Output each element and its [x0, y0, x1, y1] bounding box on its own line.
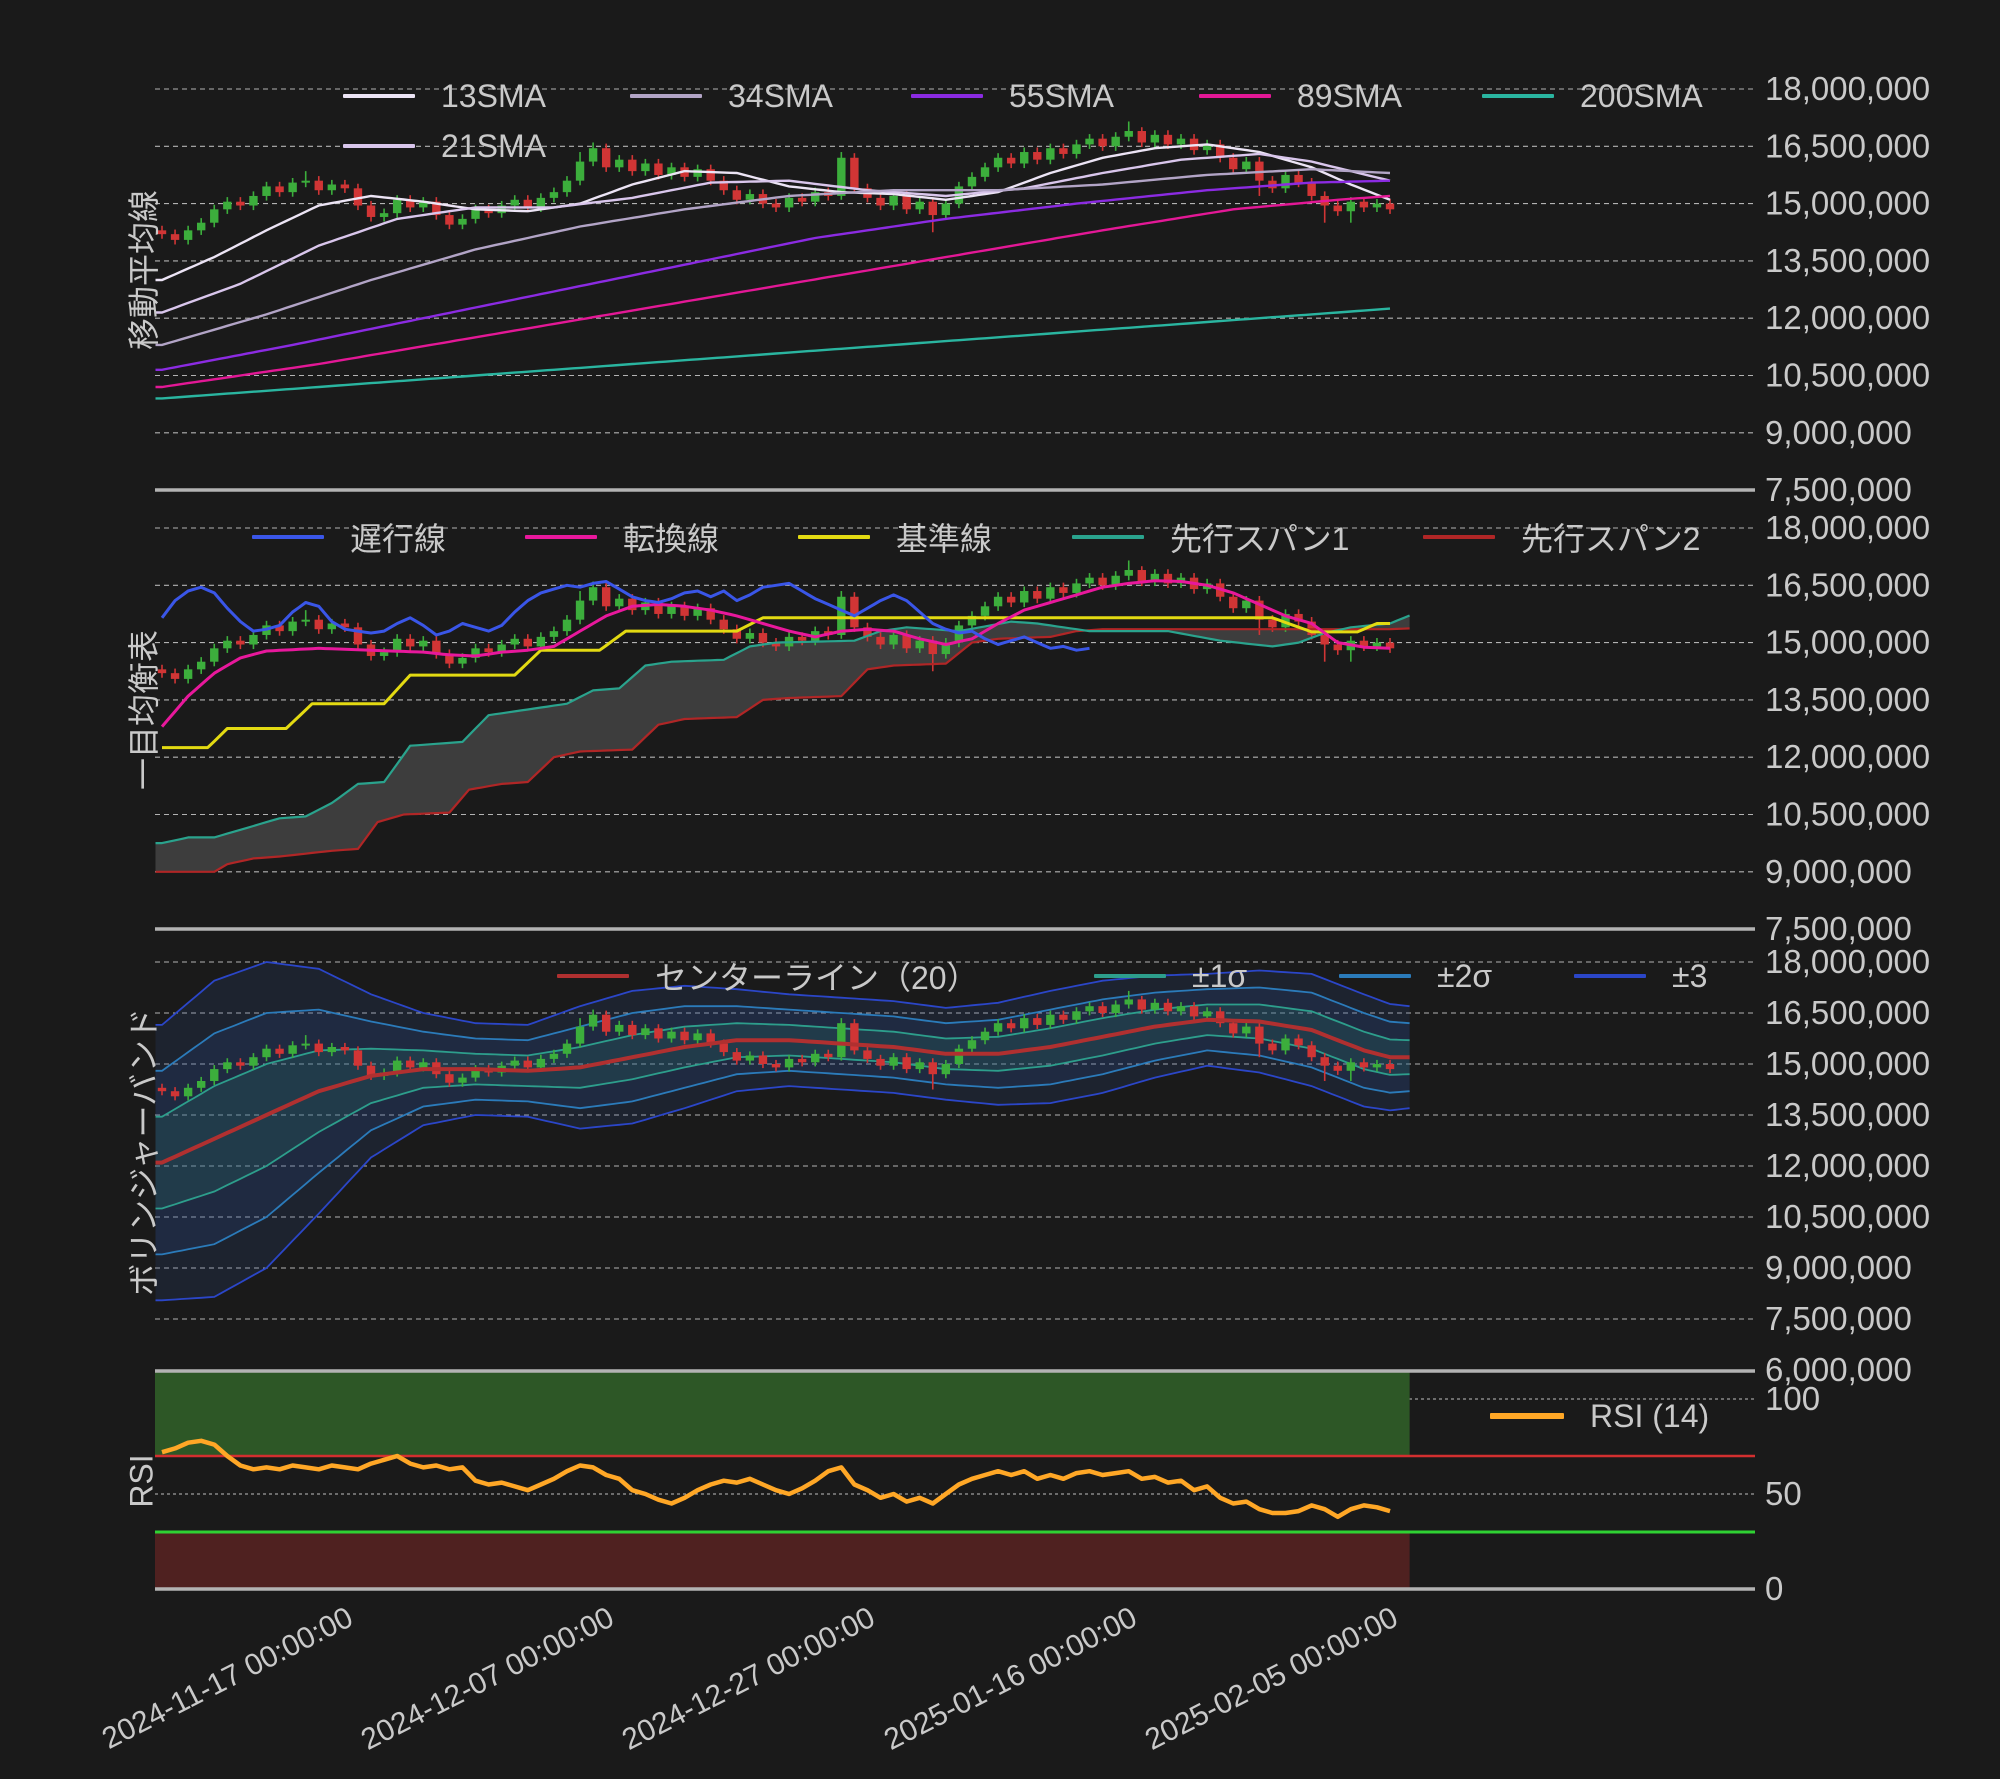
svg-text:7,500,000: 7,500,000 [1765, 1300, 1912, 1337]
svg-text:15,000,000: 15,000,000 [1765, 1045, 1930, 1082]
svg-text:2024-11-17 00:00:00: 2024-11-17 00:00:00 [97, 1601, 358, 1756]
legend-item-lagging-span: 遅行線 [252, 517, 446, 557]
svg-text:18,000,000: 18,000,000 [1765, 70, 1930, 107]
svg-text:18,000,000: 18,000,000 [1765, 943, 1930, 980]
legend-item-200sma: 200SMA [1482, 76, 1703, 116]
sigma-1-swatch [1094, 974, 1166, 978]
svg-text:9,000,000: 9,000,000 [1765, 853, 1912, 890]
svg-text:12,000,000: 12,000,000 [1765, 1147, 1930, 1184]
200sma-swatch [1482, 94, 1554, 98]
svg-text:15,000,000: 15,000,000 [1765, 185, 1930, 222]
svg-text:18,000,000: 18,000,000 [1765, 509, 1930, 546]
34sma-swatch [630, 94, 702, 98]
tenkan-line-swatch [525, 535, 597, 539]
svg-text:12,000,000: 12,000,000 [1765, 738, 1930, 775]
svg-text:2025-01-16 00:00:00: 2025-01-16 00:00:00 [879, 1601, 1142, 1757]
kijun-line-swatch [798, 535, 870, 539]
svg-text:10,500,000: 10,500,000 [1765, 357, 1930, 394]
legend-item-rsi: RSI (14) [1490, 1396, 1709, 1436]
legend-item-kijun-line: 基準線 [798, 517, 992, 557]
legend-item-21sma: 21SMA [343, 126, 546, 166]
13sma-swatch [343, 94, 415, 98]
lagging-span-swatch [252, 535, 324, 539]
legend-item-senkou-span-2: 先行スパン2 [1423, 517, 1700, 557]
svg-text:13,500,000: 13,500,000 [1765, 681, 1930, 718]
sigma-3-swatch [1574, 974, 1646, 978]
legend-item-34sma: 34SMA [630, 76, 833, 116]
svg-text:16,500,000: 16,500,000 [1765, 566, 1930, 603]
svg-text:50: 50 [1765, 1475, 1802, 1512]
legend-item-sigma-3: ±3 [1574, 956, 1707, 996]
svg-text:15,000,000: 15,000,000 [1765, 624, 1930, 661]
svg-text:2025-02-05 00:00:00: 2025-02-05 00:00:00 [1140, 1601, 1403, 1757]
svg-text:9,000,000: 9,000,000 [1765, 414, 1912, 451]
21sma-swatch [343, 144, 415, 148]
legend-item-senkou-span-1: 先行スパン1 [1072, 517, 1349, 557]
rsi-swatch [1490, 1413, 1564, 1419]
svg-text:0: 0 [1765, 1570, 1783, 1607]
svg-text:2024-12-07 00:00:00: 2024-12-07 00:00:00 [356, 1601, 619, 1757]
svg-text:2024-12-27 00:00:00: 2024-12-27 00:00:00 [617, 1601, 880, 1757]
legend-item-13sma: 13SMA [343, 76, 546, 116]
chart-stage: 18,000,000 16,500,000 15,000,000 13,500,000… [0, 0, 2000, 1779]
panel-title-bollinger: ボリンジャーバンド [126, 1008, 162, 1296]
svg-text:7,500,000: 7,500,000 [1765, 471, 1912, 508]
55sma-swatch [911, 94, 983, 98]
svg-text:100: 100 [1765, 1380, 1820, 1417]
legend-item-89sma: 89SMA [1199, 76, 1402, 116]
sigma-2-swatch [1339, 974, 1411, 978]
svg-text:13,500,000: 13,500,000 [1765, 242, 1930, 279]
panel-title-rsi: RSI [123, 1454, 160, 1508]
svg-text:7,500,000: 7,500,000 [1765, 910, 1912, 947]
senkou-span-2-swatch [1423, 535, 1495, 539]
legend-item-tenkan-line: 転換線 [525, 517, 719, 557]
legend-item-sigma-1: ±1σ [1094, 956, 1247, 996]
svg-text:13,500,000: 13,500,000 [1765, 1096, 1930, 1133]
svg-text:16,500,000: 16,500,000 [1765, 994, 1930, 1031]
legend-item-sigma-2: ±2σ [1339, 956, 1492, 996]
chart-plot-area: 18,000,000 16,500,000 15,000,000 13,500,000… [97, 70, 1930, 1757]
panel-title-moving-averages: 移動平均線 [126, 189, 162, 351]
panel-title-ichimoku: 一目均衡表 [126, 629, 162, 791]
svg-text:9,000,000: 9,000,000 [1765, 1249, 1912, 1286]
svg-text:10,500,000: 10,500,000 [1765, 1198, 1930, 1235]
svg-text:16,500,000: 16,500,000 [1765, 127, 1930, 164]
legend-item-center-line: センターライン（20） [557, 956, 979, 996]
legend-item-55sma: 55SMA [911, 76, 1114, 116]
center-line-swatch [557, 974, 629, 978]
senkou-span-1-swatch [1072, 535, 1144, 539]
89sma-swatch [1199, 94, 1271, 98]
svg-text:10,500,000: 10,500,000 [1765, 796, 1930, 833]
svg-text:12,000,000: 12,000,000 [1765, 299, 1930, 336]
